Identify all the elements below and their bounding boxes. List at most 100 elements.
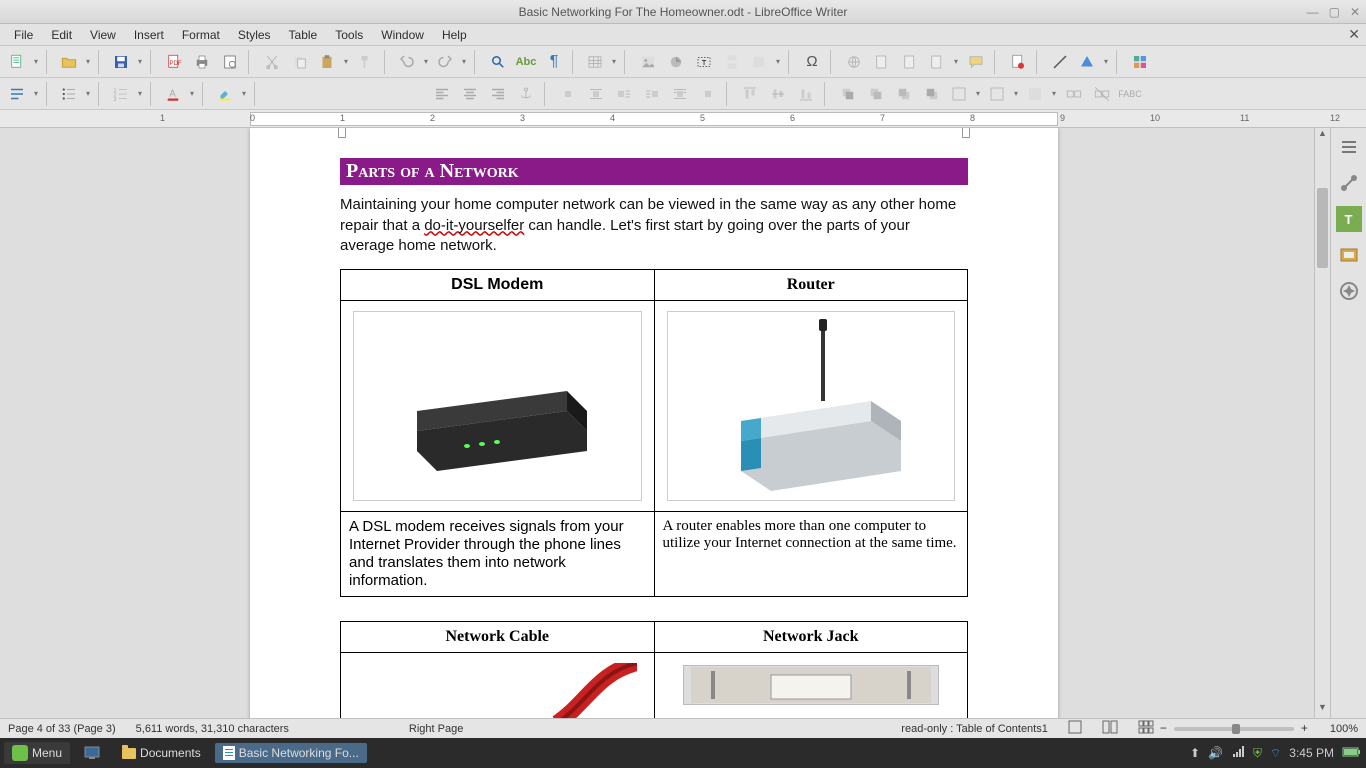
menu-format[interactable]: Format [174, 26, 228, 44]
document-close-button[interactable]: ✕ [1348, 26, 1360, 43]
menu-styles[interactable]: Styles [230, 26, 279, 44]
writer-doc-icon [223, 746, 235, 760]
new-doc-button[interactable] [6, 50, 40, 74]
zoom-slider[interactable] [1174, 727, 1294, 731]
svg-text:3: 3 [114, 96, 117, 102]
window-minimize-button[interactable]: — [1307, 5, 1319, 19]
sidebar-properties-icon[interactable] [1336, 170, 1362, 196]
spellcheck-button[interactable]: Abc [514, 50, 538, 74]
formatting-marks-button[interactable]: ¶ [542, 50, 566, 74]
open-button[interactable] [58, 50, 92, 74]
status-page[interactable]: Page 4 of 33 (Page 3) [8, 723, 116, 735]
wrap-off-button [556, 82, 580, 106]
tray-network-icon[interactable] [1231, 745, 1245, 762]
align-vertical-center-button [766, 82, 790, 106]
devices-table-1: DSL Modem Router [340, 269, 968, 597]
router-image [667, 311, 956, 501]
tray-shield-icon[interactable]: ⛨ [1253, 746, 1262, 761]
insert-image-button [636, 50, 660, 74]
clone-formatting-button [354, 50, 378, 74]
ruler-tick: 8 [970, 113, 975, 123]
section-heading: Parts of a Network [340, 158, 968, 185]
standard-toolbar: PDF Abc ¶ T Ω [0, 46, 1366, 78]
align-vertical-bottom-button [794, 82, 818, 106]
draw-line-button[interactable] [1048, 50, 1072, 74]
align-left-button [430, 82, 454, 106]
ruler-tick: 2 [430, 113, 435, 123]
status-multi-icon[interactable] [1138, 720, 1154, 737]
window-close-button[interactable]: ✕ [1350, 5, 1360, 19]
status-page-style[interactable]: Right Page [409, 723, 463, 735]
window-title: Basic Networking For The Homeowner.odt -… [519, 5, 848, 19]
document-page: Parts of a Network Maintaining your home… [250, 128, 1058, 718]
sidebar-gallery-icon[interactable] [1336, 242, 1362, 268]
paste-button [316, 50, 350, 74]
ruler-tick: 9 [1060, 113, 1065, 123]
undo-button [396, 50, 430, 74]
formatting-toolbar: 123 A FABC [0, 78, 1366, 110]
window-maximize-button[interactable]: ▢ [1329, 5, 1340, 19]
dsl-modem-image [353, 311, 642, 501]
export-pdf-button[interactable]: PDF [162, 50, 186, 74]
menu-bar: File Edit View Insert Format Styles Tabl… [0, 24, 1366, 46]
bullet-list-button[interactable] [58, 82, 92, 106]
tray-updates-icon[interactable]: ⬆ [1190, 746, 1200, 760]
basic-shapes-button[interactable] [1076, 50, 1110, 74]
sidebar-navigator-icon[interactable] [1336, 278, 1362, 304]
table-header-cable: Network Cable [341, 621, 655, 652]
find-replace-button[interactable] [486, 50, 510, 74]
save-button[interactable] [110, 50, 144, 74]
insert-special-char-button[interactable]: Ω [800, 50, 824, 74]
tray-clock[interactable]: 3:45 PM [1289, 746, 1334, 760]
sidebar-menu-icon[interactable] [1336, 134, 1362, 160]
network-cable-image [353, 663, 642, 719]
ruler-tick: 5 [700, 113, 705, 123]
copy-button [288, 50, 312, 74]
status-word-count[interactable]: 5,611 words, 31,310 characters [136, 723, 289, 735]
cut-button [260, 50, 284, 74]
show-desktop-button[interactable] [76, 743, 108, 763]
scroll-up-arrow[interactable]: ▲ [1315, 128, 1330, 144]
align-vertical-top-button [738, 82, 762, 106]
menu-tools[interactable]: Tools [327, 26, 371, 44]
show-draw-functions-button[interactable] [1128, 50, 1152, 74]
menu-file[interactable]: File [6, 26, 41, 44]
table-header-router: Router [654, 269, 968, 300]
menu-insert[interactable]: Insert [126, 26, 172, 44]
menu-window[interactable]: Window [373, 26, 432, 44]
taskbar-active-window[interactable]: Basic Networking Fo... [215, 743, 367, 763]
menu-help[interactable]: Help [434, 26, 475, 44]
insert-table-button [584, 50, 618, 74]
start-menu-button[interactable]: Menu [4, 742, 70, 764]
horizontal-ruler[interactable]: 10123456789101112 [0, 110, 1366, 128]
print-preview-button[interactable] [218, 50, 242, 74]
menu-edit[interactable]: Edit [43, 26, 80, 44]
work-area: Parts of a Network Maintaining your home… [0, 128, 1366, 718]
scroll-thumb[interactable] [1317, 188, 1328, 268]
svg-text:T: T [702, 58, 707, 67]
tray-volume-icon[interactable]: 🔊 [1208, 746, 1223, 760]
tray-bluetooth-icon[interactable]: ⌔ [1270, 746, 1281, 761]
status-view-icon[interactable] [1068, 720, 1082, 737]
scroll-down-arrow[interactable]: ▼ [1315, 702, 1330, 718]
tray-battery-icon[interactable] [1342, 746, 1362, 761]
zoom-percent[interactable]: 100% [1330, 723, 1358, 735]
document-canvas[interactable]: Parts of a Network Maintaining your home… [0, 128, 1314, 718]
insert-textbox-button[interactable]: T [692, 50, 716, 74]
status-book-icon[interactable] [1102, 720, 1118, 737]
print-button[interactable] [190, 50, 214, 74]
insert-comment-button [964, 50, 988, 74]
sidebar-styles-icon[interactable]: T [1336, 206, 1362, 232]
track-changes-button[interactable] [1006, 50, 1030, 74]
taskbar-documents[interactable]: Documents [114, 743, 209, 763]
highlight-color-button[interactable] [214, 82, 248, 106]
menu-table[interactable]: Table [281, 26, 326, 44]
devices-table-2: Network Cable Network Jack [340, 621, 968, 719]
wrap-page-button [584, 82, 608, 106]
wrap-left-button [640, 82, 664, 106]
vertical-scrollbar[interactable]: ▲ ▼ [1314, 128, 1330, 718]
send-to-back-button [920, 82, 944, 106]
table-header-dsl: DSL Modem [341, 269, 655, 300]
menu-view[interactable]: View [82, 26, 124, 44]
paragraph-style-button[interactable] [6, 82, 40, 106]
